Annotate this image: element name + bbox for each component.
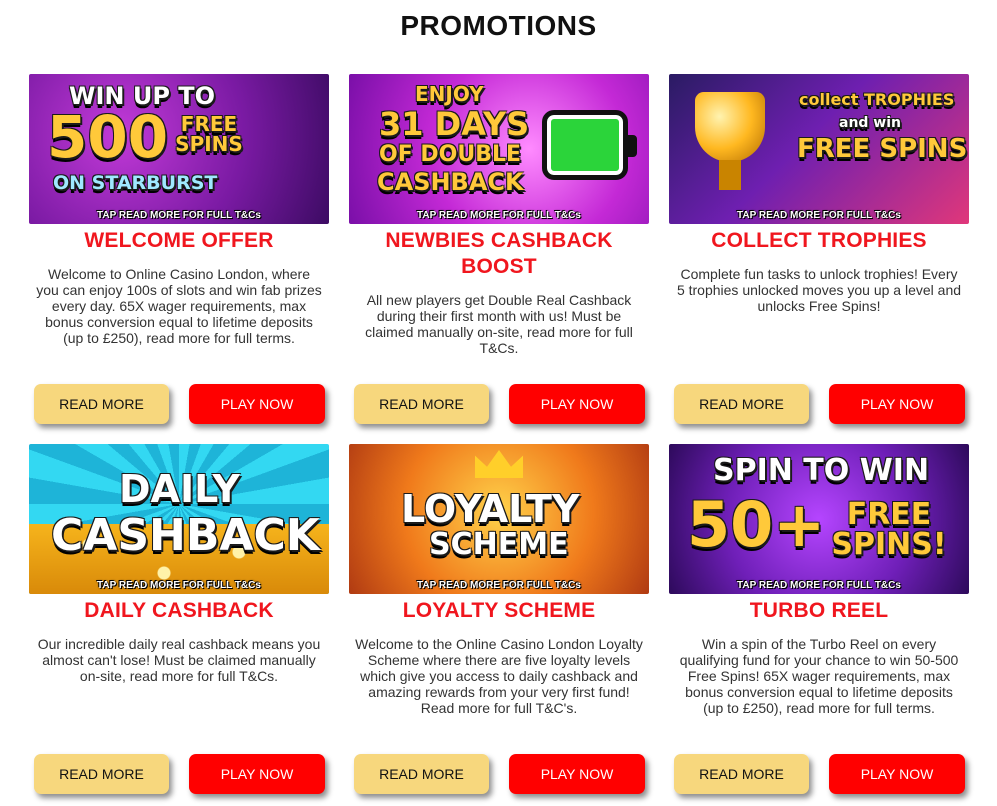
promo-banner-trophies[interactable]: collect TROPHIES and win FREE SPINS TAP … — [669, 74, 969, 224]
banner-headline: SPIN TO WIN — [713, 453, 930, 488]
promo-card-newbies-cashback: ENJOY 31 DAYS OF DOUBLE CASHBACK TAP REA… — [349, 74, 649, 424]
promo-description: Our incredible daily real cashback means… — [37, 636, 321, 684]
banner-headline: DAILY — [119, 467, 240, 511]
banner-subtext: FREE SPINS! — [831, 497, 947, 562]
banner-terms-strap: TAP READ MORE FOR FULL T&Cs — [417, 210, 581, 221]
promo-title: NEWBIES CASHBACK BOOST — [385, 229, 613, 278]
promo-title: WELCOME OFFER — [84, 229, 274, 252]
promo-description: Win a spin of the Turbo Reel on every qu… — [679, 636, 959, 716]
banner-caption: CASHBACK — [377, 168, 524, 196]
read-more-button[interactable]: READ MORE — [354, 384, 489, 424]
banner-subtext: CASHBACK — [51, 510, 320, 561]
banner-terms-strap: TAP READ MORE FOR FULL T&Cs — [737, 210, 901, 221]
banner-terms-strap: TAP READ MORE FOR FULL T&Cs — [97, 580, 261, 591]
banner-headline: collect TROPHIES — [799, 90, 955, 109]
trophy-stem-icon — [719, 160, 741, 190]
promo-title: TURBO REEL — [749, 599, 889, 622]
promo-card-collect-trophies: collect TROPHIES and win FREE SPINS TAP … — [669, 74, 969, 424]
promo-banner-newbies[interactable]: ENJOY 31 DAYS OF DOUBLE CASHBACK TAP REA… — [349, 74, 649, 224]
promo-title: COLLECT TROPHIES — [711, 229, 927, 252]
read-more-button[interactable]: READ MORE — [34, 384, 169, 424]
promo-card-turbo-reel: SPIN TO WIN 50+ FREE SPINS! TAP READ MOR… — [669, 444, 969, 794]
read-more-button[interactable]: READ MORE — [354, 754, 489, 794]
play-now-button[interactable]: PLAY NOW — [189, 384, 325, 424]
promo-card-daily-cashback: DAILY CASHBACK TAP READ MORE FOR FULL T&… — [29, 444, 329, 794]
banner-terms-strap: TAP READ MORE FOR FULL T&Cs — [417, 580, 581, 591]
banner-number: 500 — [47, 103, 169, 171]
crown-icon — [475, 450, 523, 478]
play-now-button[interactable]: PLAY NOW — [829, 384, 965, 424]
banner-subtext: OF DOUBLE — [379, 142, 522, 167]
promo-description: Welcome to Online Casino London, where y… — [36, 266, 322, 346]
banner-headline: LOYALTY — [401, 487, 580, 531]
banner-subtext: SCHEME — [429, 527, 569, 562]
promo-description: Complete fun tasks to unlock trophies! E… — [676, 266, 962, 314]
banner-subtext: FREE SPINS — [175, 112, 243, 156]
banner-number: 50+ — [687, 488, 826, 561]
play-now-button[interactable]: PLAY NOW — [509, 384, 645, 424]
read-more-button[interactable]: READ MORE — [34, 754, 169, 794]
banner-number: 31 DAYS — [379, 105, 530, 143]
banner-terms-strap: TAP READ MORE FOR FULL T&Cs — [737, 580, 901, 591]
page-title: PROMOTIONS — [400, 10, 597, 41]
promo-title: DAILY CASHBACK — [84, 599, 274, 622]
read-more-button[interactable]: READ MORE — [674, 754, 809, 794]
banner-subtext: and win — [839, 115, 902, 131]
play-now-button[interactable]: PLAY NOW — [829, 754, 965, 794]
promo-banner-daily[interactable]: DAILY CASHBACK TAP READ MORE FOR FULL T&… — [29, 444, 329, 594]
promo-banner-loyalty[interactable]: LOYALTY SCHEME TAP READ MORE FOR FULL T&… — [349, 444, 649, 594]
promo-card-loyalty-scheme: LOYALTY SCHEME TAP READ MORE FOR FULL T&… — [349, 444, 649, 794]
trophy-icon — [695, 92, 765, 162]
play-now-button[interactable]: PLAY NOW — [189, 754, 325, 794]
promo-banner-welcome[interactable]: WIN UP TO 500 FREE SPINS ON STARBURST TA… — [29, 74, 329, 224]
banner-caption: FREE SPINS — [797, 134, 968, 164]
play-now-button[interactable]: PLAY NOW — [509, 754, 645, 794]
read-more-button[interactable]: READ MORE — [674, 384, 809, 424]
banner-caption: ON STARBURST — [53, 172, 218, 194]
banner-headline: ENJOY — [415, 82, 484, 106]
promo-title: LOYALTY SCHEME — [402, 599, 596, 622]
promo-card-welcome-offer: WIN UP TO 500 FREE SPINS ON STARBURST TA… — [29, 74, 329, 424]
promo-description: Welcome to the Online Casino London Loya… — [355, 636, 643, 716]
banner-terms-strap: TAP READ MORE FOR FULL T&Cs — [97, 210, 261, 221]
battery-icon — [542, 110, 637, 180]
promo-banner-turbo[interactable]: SPIN TO WIN 50+ FREE SPINS! TAP READ MOR… — [669, 444, 969, 594]
